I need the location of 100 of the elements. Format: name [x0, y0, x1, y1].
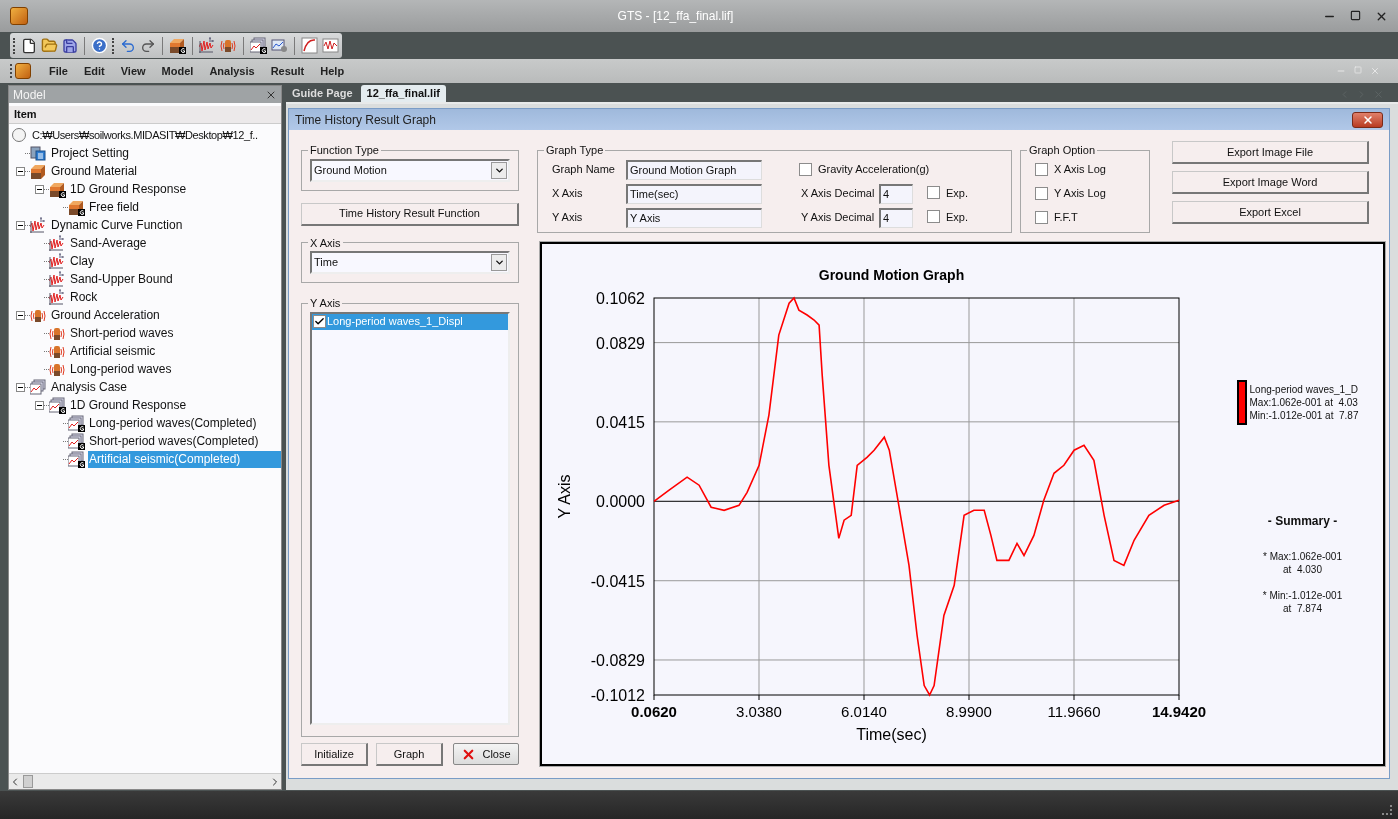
text-field[interactable]: Time(sec) [626, 183, 762, 204]
app-logo-icon [10, 7, 28, 25]
series-label: Long-period waves_1_Displ [327, 314, 463, 330]
checkbox[interactable] [927, 209, 940, 223]
run-analysis-icon[interactable] [271, 37, 288, 54]
checkbox[interactable] [1035, 187, 1048, 200]
x-axis-dropdown[interactable]: Time [310, 251, 510, 274]
checkbox-label: X Axis Log [1054, 162, 1106, 178]
scroll-thumb[interactable] [23, 775, 33, 788]
undo-icon[interactable] [120, 37, 136, 54]
tree-item[interactable]: Long-period waves(Completed) [88, 414, 258, 432]
checkbox[interactable] [1035, 211, 1048, 224]
window-title: GTS - [12_ffa_final.lif] [616, 8, 735, 25]
menu-item[interactable]: Analysis [201, 62, 263, 80]
menu-item[interactable]: File [41, 62, 76, 80]
tree-item[interactable]: Free field [88, 198, 141, 216]
curve-icon [30, 216, 47, 234]
collapse-toggle[interactable] [16, 166, 25, 176]
tree-item[interactable]: Long-period waves [69, 360, 173, 378]
material-icon [49, 180, 66, 198]
tree-item[interactable]: Clay [69, 252, 95, 270]
tree-item[interactable]: Artificial seismic [69, 342, 157, 360]
checkbox[interactable] [313, 315, 326, 328]
tree-item[interactable]: Rock [69, 288, 99, 306]
tree-item[interactable]: C:₩Users₩soilworks.MIDASIT₩Desktop₩12_f.. [31, 126, 259, 144]
help-icon[interactable] [91, 37, 108, 54]
summary-text: * Max:1.062e-001 [1263, 550, 1342, 563]
menu-item[interactable]: Edit [75, 62, 113, 80]
menu-item[interactable]: View [112, 62, 154, 80]
close-button[interactable] [1352, 111, 1383, 128]
close-button[interactable]: Close [453, 743, 519, 765]
tree-item[interactable]: Short-period waves(Completed) [88, 432, 260, 450]
graph-icon[interactable] [322, 37, 339, 54]
collapse-toggle[interactable] [16, 220, 25, 230]
checkbox[interactable] [1035, 163, 1048, 176]
tree-item[interactable]: Dynamic Curve Function [50, 216, 184, 234]
maximize-icon[interactable] [1350, 9, 1361, 21]
dialog-button[interactable]: Time History Result Function [301, 202, 519, 226]
field-label: X Axis [552, 186, 584, 202]
horizontal-scrollbar[interactable] [9, 773, 281, 789]
checkbox[interactable] [799, 163, 812, 176]
tree-item[interactable]: Ground Acceleration [50, 306, 161, 324]
collapse-toggle[interactable] [35, 184, 44, 194]
group-label: Function Type [309, 143, 380, 158]
menu-item[interactable]: Help [312, 62, 353, 80]
summary-text: at 4.030 [1283, 563, 1322, 576]
chart-title: Ground Motion Graph [818, 267, 965, 283]
field-label: Graph Name [552, 162, 616, 178]
x-tick-label: 8.9900 [946, 703, 992, 720]
y-tick-label: 0.1062 [596, 290, 645, 307]
save-icon[interactable] [62, 37, 78, 54]
settings-icon [30, 144, 47, 162]
checkbox-label: Gravity Acceleration(g) [818, 162, 930, 178]
menu-item[interactable]: Result [262, 62, 313, 80]
dialog-button[interactable]: Export Excel [1172, 201, 1369, 224]
text-field[interactable]: Ground Motion Graph [626, 159, 762, 180]
function-curve-icon[interactable] [301, 37, 318, 54]
y-tick-label: 0.0000 [596, 493, 645, 511]
field-label: Y Axis Decimal [800, 210, 876, 226]
tree-item[interactable]: Ground Material [50, 162, 139, 180]
curve-icon [49, 234, 66, 252]
collapse-toggle[interactable] [16, 310, 25, 320]
redo-icon[interactable] [140, 37, 156, 54]
analysis-icon [250, 37, 267, 54]
dialog-button[interactable]: Export Image Word [1172, 171, 1369, 194]
group-label: Graph Type [545, 143, 605, 158]
tree-item[interactable]: Sand-Upper Bound [69, 270, 174, 288]
menu-item[interactable]: Model [153, 62, 202, 80]
tree-item[interactable]: Short-period waves [69, 324, 175, 342]
summary-text: * Min:-1.012e-001 [1262, 589, 1343, 602]
dialog-button[interactable]: Initialize [301, 743, 368, 766]
checkbox-label: Exp. [946, 186, 968, 202]
checkbox[interactable] [927, 185, 940, 199]
tree-item[interactable]: Project Setting [50, 144, 131, 162]
collapse-toggle[interactable] [35, 400, 44, 410]
text-field[interactable]: Y Axis [626, 207, 762, 228]
checkbox-label: F.F.T [1054, 210, 1078, 226]
column-header: Item [9, 106, 281, 124]
number-field[interactable]: 4 [879, 207, 913, 228]
app-logo-icon[interactable] [15, 63, 31, 79]
checkbox-label: Exp. [946, 210, 968, 226]
dialog-button[interactable]: Export Image File [1172, 141, 1369, 164]
document-tab[interactable]: 12_ffa_final.lif [360, 85, 446, 102]
tree-item[interactable]: Analysis Case [50, 378, 129, 396]
y-tick-label: 0.0415 [596, 413, 645, 431]
collapse-toggle[interactable] [16, 382, 25, 392]
new-file-icon[interactable] [21, 37, 37, 54]
number-field[interactable]: 4 [879, 183, 913, 204]
resize-grip-icon[interactable] [1382, 805, 1392, 815]
material-icon [68, 198, 85, 216]
tree-item[interactable]: Sand-Average [69, 234, 148, 252]
dialog-button[interactable]: Graph [376, 743, 443, 766]
tree-item[interactable]: 1D Ground Response [69, 180, 188, 198]
document-tab[interactable]: Guide Page [286, 85, 359, 102]
tree-item[interactable]: 1D Ground Response [69, 396, 188, 414]
analysis-icon [68, 414, 85, 432]
y-tick-label: -0.0415 [590, 572, 645, 590]
x-tick-label: 14.9420 [1151, 703, 1207, 720]
y-tick-label: -0.1012 [590, 687, 645, 704]
function-type-dropdown[interactable]: Ground Motion [310, 158, 510, 182]
